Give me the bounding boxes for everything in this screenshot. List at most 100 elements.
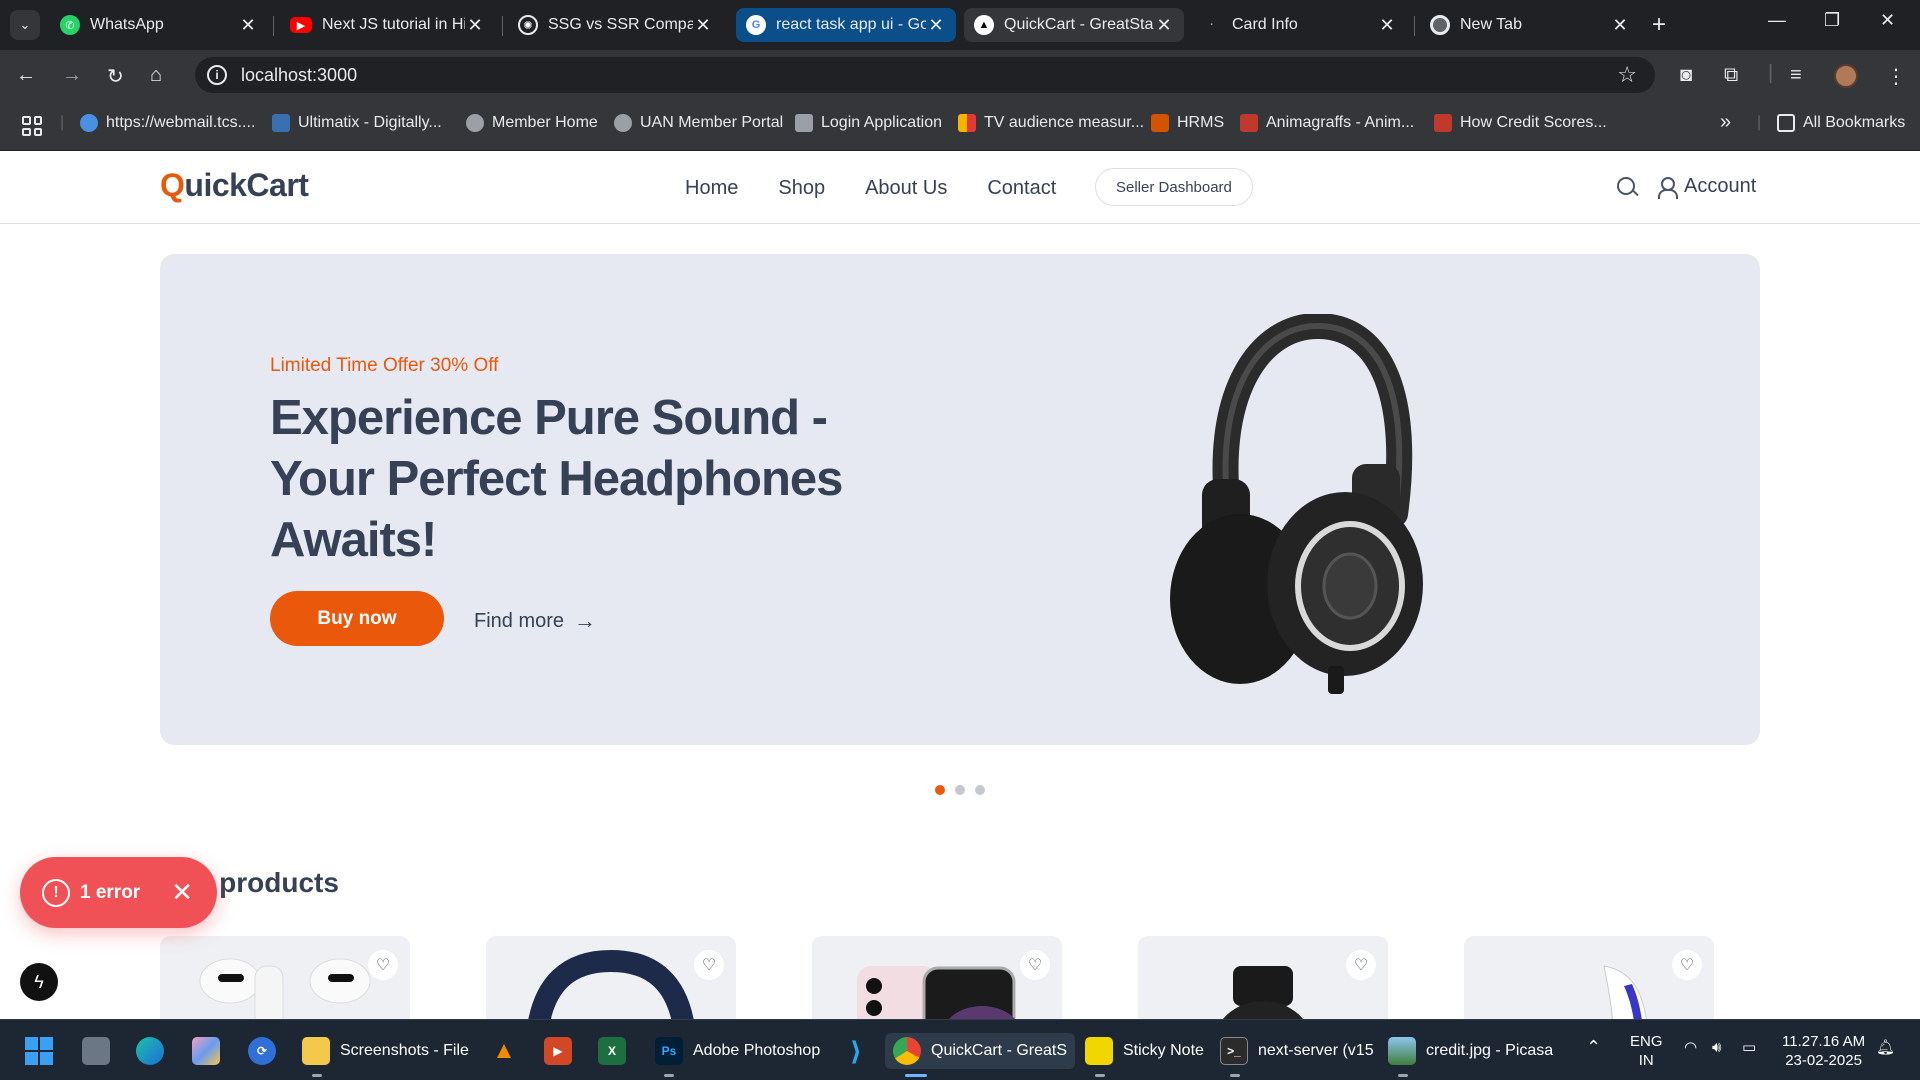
account-button[interactable]: Account: [1658, 175, 1756, 199]
chrome-menu-icon[interactable]: ⋮: [1886, 64, 1906, 89]
url-text[interactable]: localhost:3000: [241, 65, 357, 86]
product-card[interactable]: ♡: [486, 936, 736, 1019]
folder-icon: [1777, 114, 1795, 132]
globe-icon: [466, 114, 484, 132]
clock[interactable]: 11.27.16 AM 23-02-2025: [1782, 1032, 1865, 1070]
close-tab-icon[interactable]: ✕: [926, 15, 946, 36]
restore-icon[interactable]: ❐: [1824, 10, 1840, 31]
screenshot-icon[interactable]: ◙: [1680, 64, 1692, 87]
bookmark-webmail[interactable]: https://webmail.tcs....: [80, 114, 255, 132]
tab-ssg-vs-ssr[interactable]: ✺ SSG vs SSR Comparis ✕: [508, 8, 723, 42]
taskbar-sticky-notes[interactable]: Sticky Note: [1085, 1033, 1204, 1069]
wishlist-heart-icon[interactable]: ♡: [1672, 950, 1702, 980]
search-icon[interactable]: [1617, 177, 1635, 195]
nav-shop[interactable]: Shop: [778, 177, 825, 200]
product-card[interactable]: ♡: [812, 936, 1062, 1019]
folder-icon: [302, 1037, 330, 1065]
tab-new-tab[interactable]: New Tab ✕: [1420, 8, 1640, 42]
edge-button[interactable]: [136, 1033, 174, 1069]
forward-icon[interactable]: →: [62, 64, 82, 87]
close-tab-icon[interactable]: ✕: [1154, 15, 1174, 36]
dev-tools-bolt-icon[interactable]: ϟ: [20, 963, 58, 1001]
tab-quickcart[interactable]: ▲ QuickCart - GreatStac ✕: [964, 8, 1184, 42]
bookmark-hrms[interactable]: HRMS: [1151, 114, 1224, 132]
extensions-icon[interactable]: ⧉: [1724, 64, 1738, 87]
bookmark-uan-portal[interactable]: UAN Member Portal: [614, 114, 783, 132]
address-bar[interactable]: i localhost:3000 ☆: [195, 57, 1655, 93]
wishlist-heart-icon[interactable]: ♡: [694, 950, 724, 980]
copilot-button[interactable]: [192, 1033, 230, 1069]
task-view-button[interactable]: [82, 1033, 120, 1069]
carousel-dot[interactable]: [935, 785, 945, 795]
dev-error-toast[interactable]: ! 1 error ✕: [20, 857, 217, 928]
apps-grid-icon[interactable]: [22, 116, 42, 136]
close-tab-icon[interactable]: ✕: [1377, 15, 1397, 36]
home-icon[interactable]: ⌂: [150, 64, 162, 87]
volume-icon[interactable]: 🔊︎: [1712, 1038, 1721, 1057]
start-button[interactable]: [24, 1033, 54, 1069]
taskbar-vlc[interactable]: ▲: [490, 1033, 528, 1069]
tab-nextjs-tutorial[interactable]: ▶ Next JS tutorial in Hin ✕: [280, 8, 495, 42]
minimize-icon[interactable]: —: [1768, 10, 1786, 31]
taskbar-chrome[interactable]: QuickCart - GreatS: [885, 1033, 1076, 1069]
tab-card-info[interactable]: · Card Info ✕: [1192, 8, 1407, 42]
carousel-dot[interactable]: [975, 785, 985, 795]
nav-home[interactable]: Home: [685, 177, 738, 200]
bookmark-star-icon[interactable]: ☆: [1617, 62, 1637, 88]
bookmark-member-home[interactable]: Member Home: [466, 114, 598, 132]
bookmark-credit-scores[interactable]: How Credit Scores...: [1434, 114, 1607, 132]
close-tab-icon[interactable]: ✕: [465, 15, 485, 36]
taskbar-picasa[interactable]: credit.jpg - Picasa: [1388, 1033, 1553, 1069]
show-hidden-icons-chevron[interactable]: ⌃: [1586, 1038, 1601, 1057]
taskbar-photoshop[interactable]: Ps Adobe Photoshop: [655, 1033, 820, 1069]
game-console-image: [1603, 965, 1647, 1019]
taskbar-vscode[interactable]: ⟩: [842, 1033, 880, 1069]
bookmark-ultimatix[interactable]: Ultimatix - Digitally...: [272, 114, 442, 132]
tab-react-task-app[interactable]: G react task app ui - Go ✕: [736, 8, 956, 42]
close-tab-icon[interactable]: ✕: [238, 15, 258, 36]
wishlist-heart-icon[interactable]: ♡: [1020, 950, 1050, 980]
profile-avatar[interactable]: [1834, 64, 1858, 88]
bookmark-animagraffs[interactable]: Animagraffs - Anim...: [1240, 114, 1414, 132]
taskbar-terminal[interactable]: >_ next-server (v15: [1220, 1033, 1374, 1069]
all-bookmarks-button[interactable]: All Bookmarks: [1777, 114, 1905, 132]
tab-title: react task app ui - Go: [776, 16, 926, 33]
media-controls-icon[interactable]: ≡: [1790, 64, 1802, 87]
back-icon[interactable]: ←: [16, 64, 36, 87]
bookmarks-overflow-button[interactable]: »: [1720, 111, 1731, 134]
nav-contact[interactable]: Contact: [987, 177, 1056, 200]
error-count: 1 error: [80, 881, 141, 903]
new-tab-button[interactable]: +: [1652, 11, 1666, 39]
close-window-icon[interactable]: ✕: [1880, 10, 1895, 31]
carousel-dot[interactable]: [955, 785, 965, 795]
bookmark-tv-audience[interactable]: TV audience measur...: [958, 114, 1144, 132]
taskbar-excel[interactable]: X: [598, 1033, 636, 1069]
vscode-icon: ⟩: [850, 1035, 862, 1066]
find-more-link[interactable]: Find more →: [474, 608, 596, 634]
tab-whatsapp[interactable]: ✆ WhatsApp ✕: [50, 8, 268, 42]
reload-icon[interactable]: ↻: [107, 64, 124, 89]
quickcart-logo[interactable]: QuickCart: [160, 167, 309, 204]
product-card[interactable]: ♡: [1464, 936, 1714, 1019]
taskbar-powerpoint[interactable]: ▶: [544, 1033, 582, 1069]
bookmark-login-application[interactable]: Login Application: [795, 114, 942, 132]
tab-search-button[interactable]: ⌄: [10, 10, 40, 40]
nav-about-us[interactable]: About Us: [865, 177, 947, 200]
tab-title: New Tab: [1460, 16, 1522, 33]
sync-app-button[interactable]: ⟳: [248, 1033, 286, 1069]
product-card[interactable]: ♡: [160, 936, 410, 1019]
close-tab-icon[interactable]: ✕: [1610, 15, 1630, 36]
buy-now-button[interactable]: Buy now: [270, 591, 444, 646]
wishlist-heart-icon[interactable]: ♡: [368, 950, 398, 980]
battery-icon[interactable]: ▭: [1742, 1038, 1756, 1057]
seller-dashboard-button[interactable]: Seller Dashboard: [1095, 168, 1253, 206]
wifi-icon[interactable]: ◠: [1684, 1038, 1697, 1057]
close-icon[interactable]: ✕: [171, 877, 193, 908]
site-info-icon[interactable]: i: [207, 65, 227, 85]
close-tab-icon[interactable]: ✕: [693, 15, 713, 36]
language-indicator[interactable]: ENG IN: [1630, 1032, 1663, 1070]
wishlist-heart-icon[interactable]: ♡: [1346, 950, 1376, 980]
taskbar-explorer[interactable]: Screenshots - File: [302, 1033, 469, 1069]
notification-bell-icon[interactable]: 🔔︎: [1876, 1038, 1895, 1057]
product-card[interactable]: ♡: [1138, 936, 1388, 1019]
